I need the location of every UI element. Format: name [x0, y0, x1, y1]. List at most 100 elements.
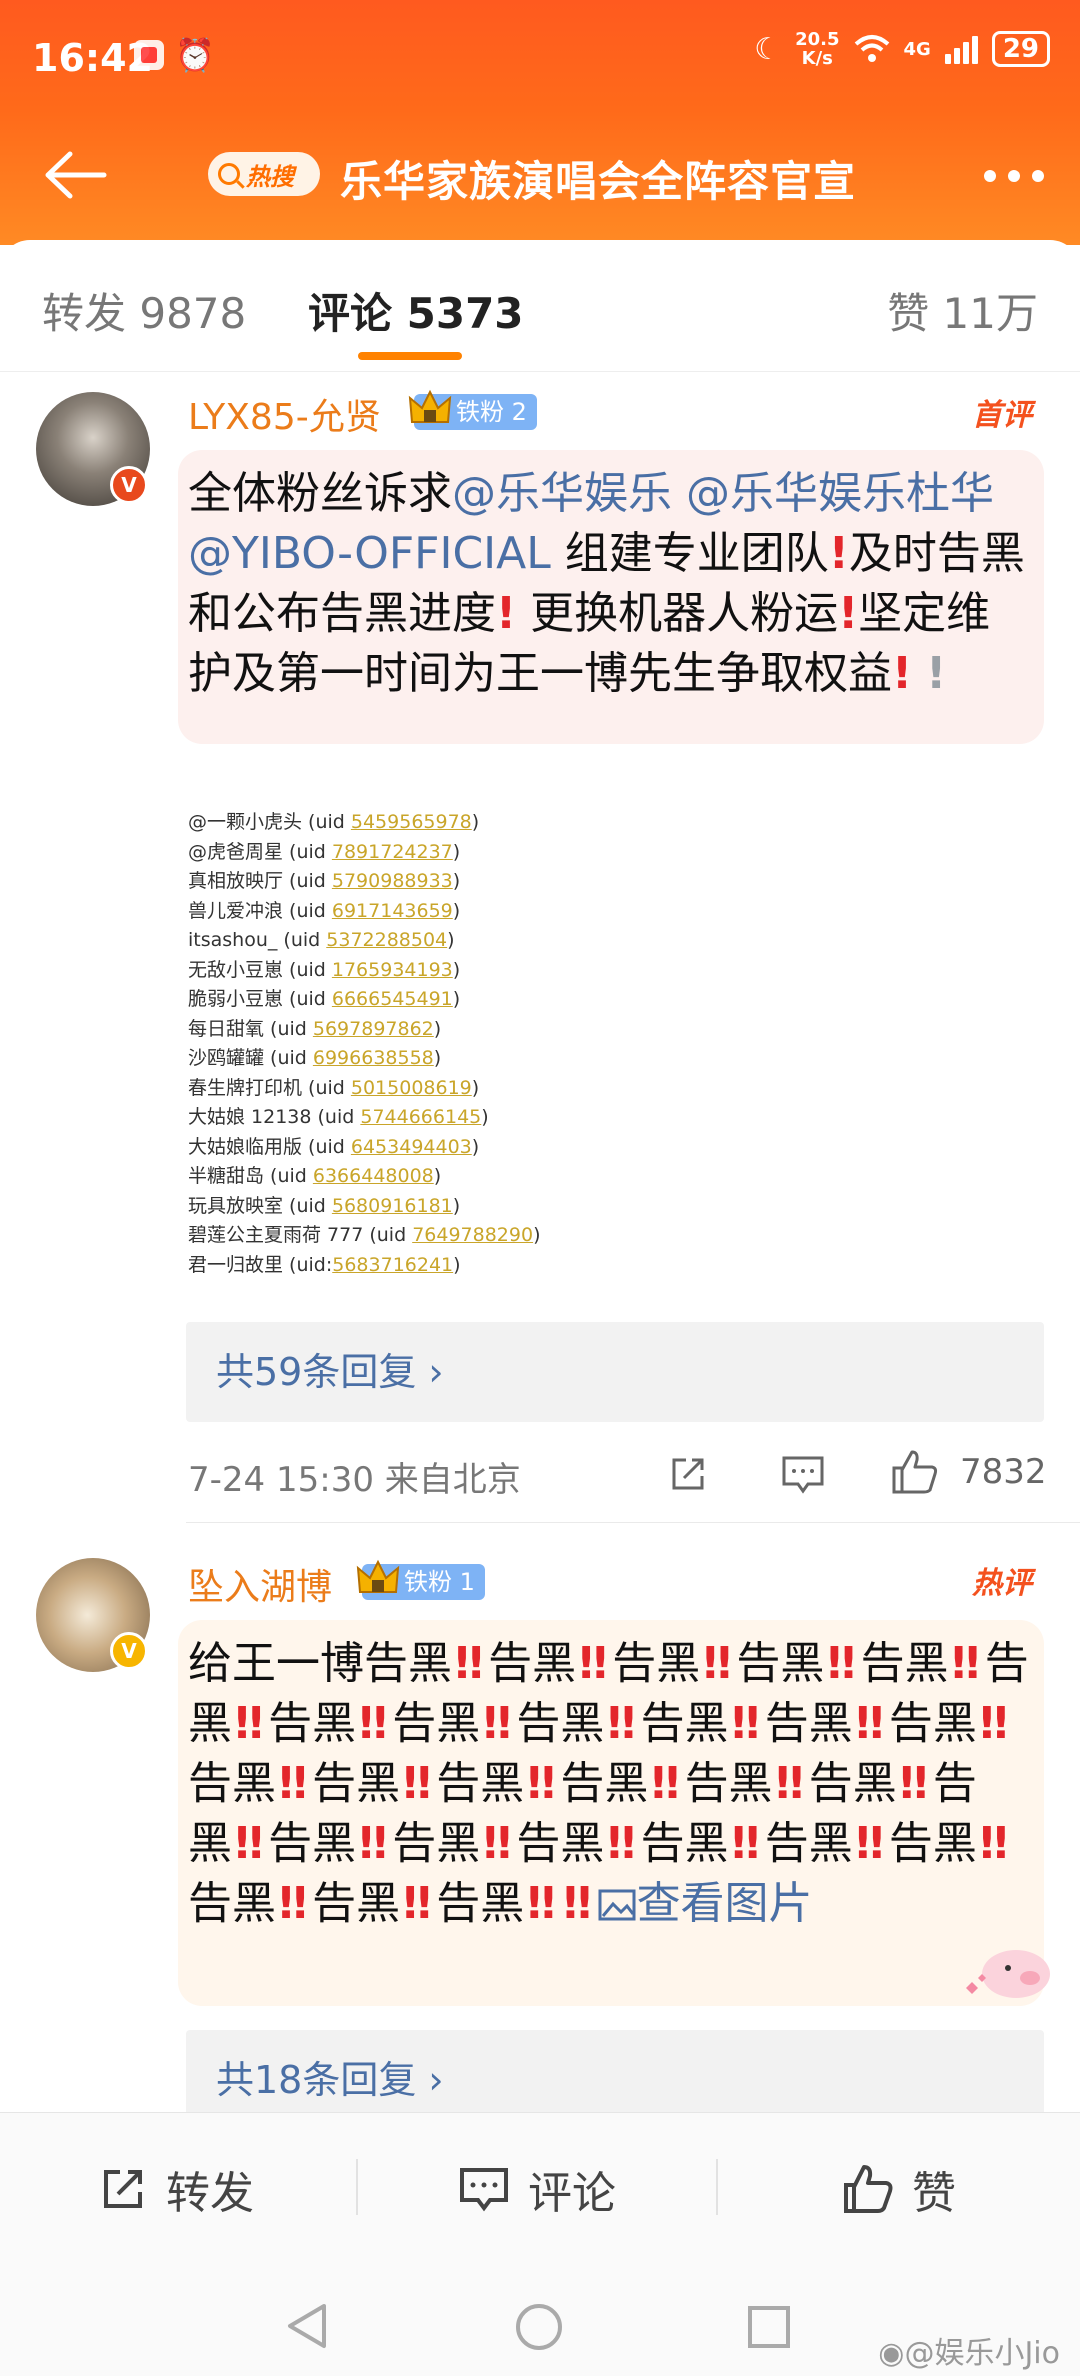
network-type: 4G — [903, 38, 931, 60]
uid-row: @一颗小虎头 (uid 5459565978) — [188, 811, 480, 833]
alarm-icon: ⏰ — [175, 36, 215, 74]
crown-icon — [408, 389, 452, 423]
uid-link[interactable]: 5680916181 — [332, 1195, 453, 1217]
status-right: ☾ 20.5 K/s 4G 29 — [754, 30, 1050, 68]
uid-row: itsashou_ (uid 5372288504) — [188, 929, 455, 951]
back-nav-icon[interactable] — [284, 2302, 328, 2350]
uid-row: 大姑娘 12138 (uid 5744666145) — [188, 1106, 489, 1128]
uid-link[interactable]: 6996638558 — [313, 1047, 434, 1069]
comment-bubble: 给王一博告黑!! 告黑!! 告黑!! 告黑!! 告黑!! 告黑!! 告黑!! 告黑!! 告黑!!… — [178, 1620, 1044, 2006]
repost-button[interactable]: 转发 — [98, 2113, 254, 2265]
uid-row: 玩具放映室 (uid 5680916181) — [188, 1194, 461, 1217]
hot-comment-ribbon: 热评 — [972, 1566, 1032, 1601]
uid-link[interactable]: 6666545491 — [332, 988, 453, 1010]
bottom-action-bar: 转发 评论 赞 — [0, 2112, 1080, 2264]
uid-link[interactable]: 5015008619 — [351, 1077, 472, 1099]
uid-link[interactable]: 5683716241 — [332, 1254, 453, 1276]
repost-label: 转发 — [166, 2168, 254, 2219]
app-notification-icon — [134, 40, 164, 70]
more-icon[interactable] — [984, 170, 1044, 182]
uid-link[interactable]: 6917143659 — [332, 900, 453, 922]
uid-row: 兽儿爱冲浪 (uid 6917143659) — [188, 899, 461, 922]
detail-tabs: 转发 9878 评论 5373 赞 11万 — [0, 240, 1080, 372]
wifi-icon — [854, 35, 889, 62]
uid-row: 碧莲公主夏雨荷 777 (uid 7649788290) — [188, 1224, 541, 1246]
like-icon[interactable] — [890, 1448, 940, 1496]
signal-icon — [944, 34, 978, 64]
crown-icon — [356, 1559, 400, 1593]
uid-link[interactable]: 5744666145 — [360, 1106, 481, 1128]
page-title: 乐华家族演唱会全阵容官宣 — [340, 157, 857, 206]
uid-link[interactable]: 5459565978 — [351, 811, 472, 833]
comment-label: 评论 — [528, 2168, 616, 2219]
uid-list: @一颗小虎头 (uid 5459565978) @虎爸周星 (uid 789172… — [188, 808, 541, 1280]
uid-row: 大姑娘临用版 (uid 6453494403) — [188, 1135, 480, 1158]
uid-row: 脆弱小豆崽 (uid 6666545491) — [188, 988, 461, 1010]
mention-link[interactable]: @YIBO-OFFICIAL — [188, 528, 551, 579]
share-icon — [104, 2170, 142, 2208]
like-label: 赞 — [912, 2168, 956, 2219]
uid-link[interactable]: 6453494403 — [351, 1136, 472, 1158]
uid-row: 真相放映厅 (uid 5790988933) — [188, 870, 461, 892]
uid-link[interactable]: 1765934193 — [332, 959, 453, 981]
share-icon[interactable] — [666, 1452, 710, 1496]
fan-badge: 铁粉 1 — [356, 1559, 485, 1600]
uid-link[interactable]: 6366448008 — [313, 1165, 434, 1187]
fan-badge: 铁粉 2 — [408, 389, 537, 430]
comment-username[interactable]: LYX85-允贤 — [188, 388, 381, 440]
header: 16:42 ⏰ ☾ 20.5 K/s 4G 29 热搜 乐华家族演唱会全阵容官宣 — [0, 0, 1080, 245]
uid-link[interactable]: 7649788290 — [412, 1224, 533, 1246]
battery-level: 29 — [991, 31, 1050, 67]
verified-badge: V — [110, 1632, 148, 1670]
like-button[interactable]: 赞 — [842, 2113, 956, 2265]
image-icon — [598, 1889, 636, 1921]
like-icon — [844, 2165, 893, 2213]
comment-meta: 7-24 15:30 来自北京 — [188, 1460, 521, 1500]
uid-link[interactable]: 5697897862 — [313, 1018, 434, 1040]
uid-link[interactable]: 5372288504 — [326, 929, 447, 951]
uid-link[interactable]: 7891724237 — [332, 841, 453, 863]
uid-row: 无敌小豆崽 (uid 1765934193) — [188, 958, 461, 981]
tab-comments[interactable]: 评论 5373 — [308, 280, 524, 341]
first-comment-ribbon: 首评 — [972, 398, 1032, 433]
back-arrow-icon[interactable] — [40, 148, 110, 202]
hot-tag-label: 热搜 — [246, 162, 294, 191]
uid-row: @虎爸周星 (uid 7891724237) — [188, 840, 461, 863]
mention-link[interactable]: @乐华娱乐 — [452, 468, 672, 519]
search-icon — [218, 163, 240, 185]
like-count: 7832 — [960, 1452, 1047, 1492]
view-image-link[interactable]: 查看图片 — [597, 1878, 813, 1929]
reply-icon — [460, 2168, 508, 2212]
mention-link[interactable]: @乐华娱乐杜华 — [686, 468, 994, 519]
tab-likes[interactable]: 赞 11万 — [887, 280, 1038, 341]
tab-repost[interactable]: 转发 9878 — [42, 280, 246, 341]
comment-item: V 坠入湖博 铁粉 1 热评 给王一博告黑!! 告黑!! 告黑!! 告黑!! 告黑!! 告… — [0, 1532, 1080, 2130]
verified-badge: V — [110, 466, 148, 504]
uid-row: 沙鸥罐罐 (uid 6996638558) — [188, 1047, 442, 1069]
active-tab-indicator — [358, 352, 462, 360]
weibo-icon: ◉ — [878, 2336, 905, 2371]
separator — [716, 2159, 718, 2215]
status-bar: 16:42 ⏰ ☾ 20.5 K/s 4G 29 — [0, 0, 1080, 120]
network-speed: 20.5 K/s — [795, 29, 840, 69]
recent-nav-icon[interactable] — [746, 2304, 792, 2350]
comment-button[interactable]: 评论 — [458, 2113, 616, 2265]
comment-text: 全体粉丝诉求@乐华娱乐 @乐华娱乐杜华 @YIBO-OFFICIAL 组建专业团… — [188, 468, 1025, 699]
uid-row: 半糖甜岛 (uid 6366448008) — [188, 1165, 442, 1187]
separator — [356, 2159, 358, 2215]
hot-search-tag[interactable]: 热搜 — [208, 152, 320, 196]
uid-row: 君一归故里 (uid:5683716241) — [188, 1253, 461, 1276]
pig-sticker — [966, 1950, 1050, 1998]
home-nav-icon[interactable] — [514, 2302, 564, 2352]
reply-icon[interactable] — [780, 1452, 826, 1496]
comment-text: 给王一博告黑!! 告黑!! 告黑!! 告黑!! 告黑!! 告黑!! 告黑!! 告黑!! 告黑!!… — [188, 1638, 1029, 1929]
divider — [186, 1522, 1080, 1523]
uid-link[interactable]: 5790988933 — [332, 870, 453, 892]
watermark: ◉@娱乐小Jio — [878, 2336, 1060, 2371]
uid-row: 每日甜氧 (uid 5697897862) — [188, 1017, 442, 1040]
moon-icon: ☾ — [754, 31, 782, 67]
top-bar: 热搜 乐华家族演唱会全阵容官宣 — [0, 130, 1080, 220]
comment-bubble: 全体粉丝诉求@乐华娱乐 @乐华娱乐杜华 @YIBO-OFFICIAL 组建专业团… — [178, 450, 1044, 744]
comment-username[interactable]: 坠入湖博 — [188, 1558, 332, 1610]
replies-button[interactable]: 共59条回复 › — [186, 1322, 1044, 1422]
